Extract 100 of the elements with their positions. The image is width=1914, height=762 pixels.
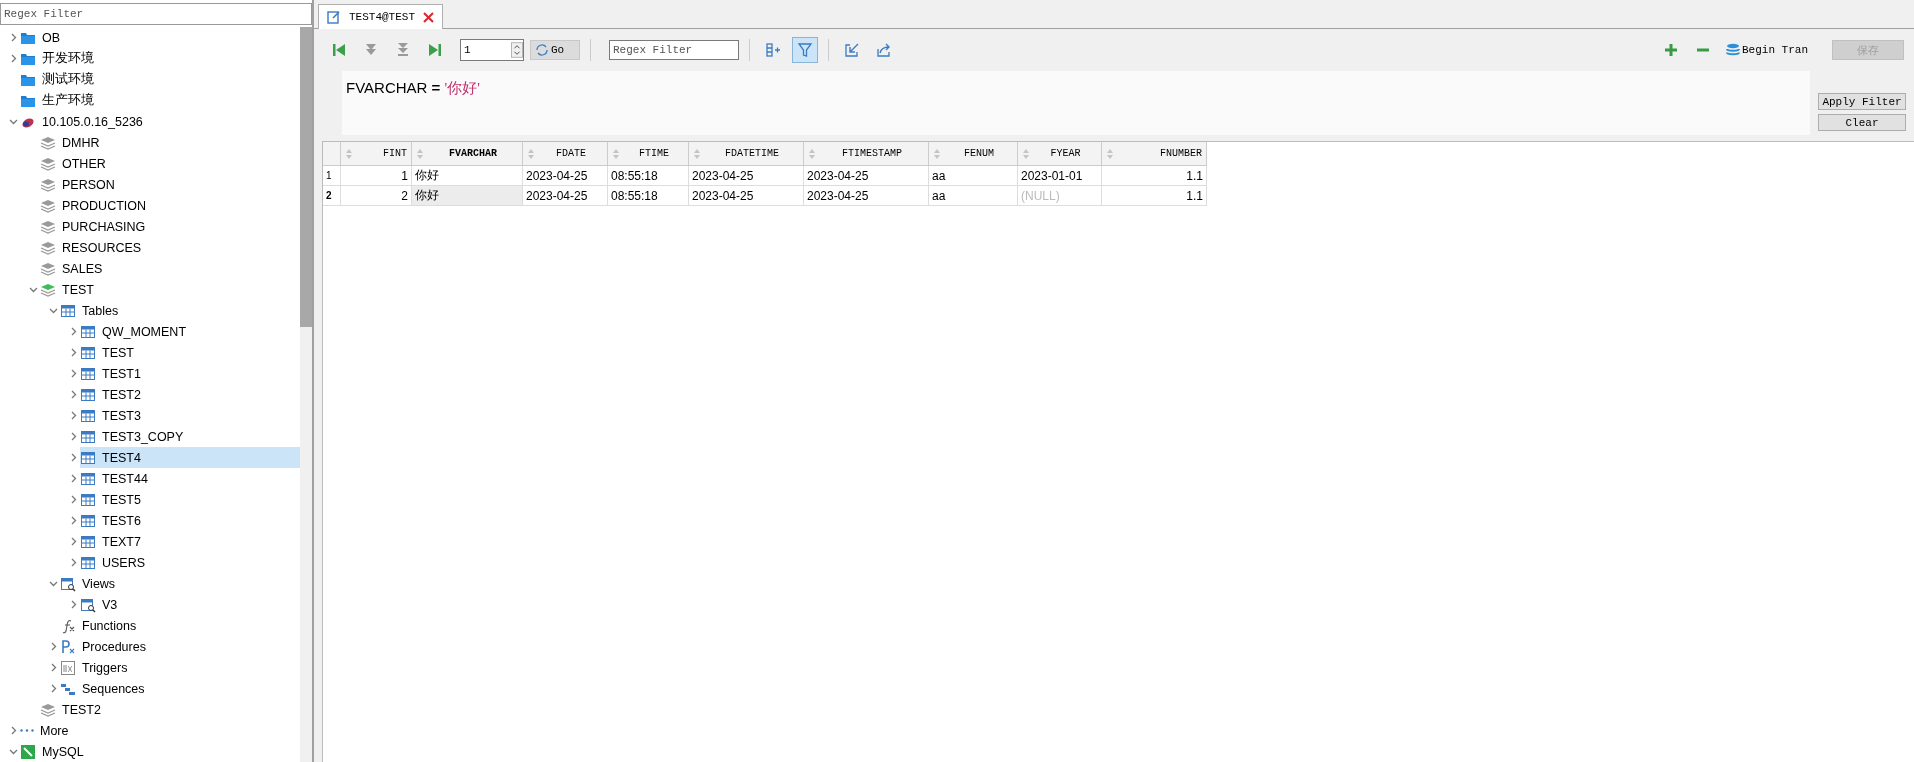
close-icon[interactable] bbox=[423, 11, 434, 23]
procedure-icon bbox=[60, 638, 76, 655]
table-icon bbox=[80, 470, 96, 487]
table-icon bbox=[80, 407, 96, 424]
refresh-icon bbox=[535, 43, 549, 57]
tree-item[interactable]: PURCHASING bbox=[40, 216, 152, 237]
last-icon bbox=[427, 42, 443, 58]
tree-item[interactable]: V3 bbox=[80, 594, 124, 615]
tree-item[interactable]: TEST bbox=[80, 342, 140, 363]
filter-field[interactable]: Regex Filter bbox=[0, 3, 312, 25]
tree-item[interactable]: MySQL bbox=[20, 741, 90, 762]
tree-item[interactable]: TEST5 bbox=[80, 489, 147, 510]
table-magnifier-icon bbox=[60, 575, 76, 592]
filter-field[interactable]: Regex Filter bbox=[609, 40, 739, 60]
table-cell: 你好 bbox=[412, 186, 523, 206]
tree-item[interactable]: TEST4 bbox=[80, 447, 300, 468]
tree-item[interactable]: TEXT7 bbox=[80, 531, 147, 552]
tree-item[interactable]: TEST3_COPY bbox=[80, 426, 190, 447]
table-icon bbox=[80, 512, 96, 529]
tree-item[interactable]: TEST3 bbox=[80, 405, 147, 426]
table-icon bbox=[80, 323, 96, 340]
tree-item[interactable]: Procedures bbox=[60, 636, 152, 657]
row-number[interactable]: 1 bbox=[323, 166, 341, 186]
trigger-icon bbox=[60, 659, 76, 676]
edit-icon bbox=[327, 10, 341, 24]
tree-item[interactable]: TEST2 bbox=[80, 384, 147, 405]
tree-item[interactable]: TEST6 bbox=[80, 510, 147, 531]
editor-tab[interactable]: TEST4@TEST bbox=[318, 4, 443, 29]
tree-item[interactable]: Tables bbox=[60, 300, 125, 321]
row-number[interactable]: 2 bbox=[323, 186, 341, 206]
column-header[interactable]: FENUM bbox=[929, 142, 1018, 166]
table-cell: 2023-04-25 bbox=[804, 166, 929, 186]
clear-button[interactable]: Clear bbox=[1818, 114, 1906, 131]
table-cell: 08:55:18 bbox=[608, 166, 689, 186]
column-header[interactable]: FDATE bbox=[523, 142, 608, 166]
column-header[interactable]: FVARCHAR bbox=[412, 142, 523, 166]
table-cell: 2023-04-25 bbox=[523, 166, 608, 186]
tree-item[interactable]: PERSON bbox=[40, 174, 121, 195]
layers-icon bbox=[40, 239, 56, 256]
tree-item[interactable]: Functions bbox=[60, 615, 143, 636]
tree-item[interactable]: 10.105.0.16_5236 bbox=[20, 111, 149, 132]
chevron-icon[interactable] bbox=[8, 117, 18, 126]
column-header[interactable]: FTIMESTAMP bbox=[804, 142, 929, 166]
tree-item[interactable]: Sequences bbox=[60, 678, 151, 699]
filter-button[interactable] bbox=[792, 37, 818, 63]
chevron-icon[interactable] bbox=[48, 306, 58, 315]
table-icon bbox=[80, 491, 96, 508]
tree-item[interactable]: PRODUCTION bbox=[40, 195, 153, 216]
table-cell: (NULL) bbox=[1018, 186, 1102, 206]
chevron-icon[interactable] bbox=[28, 285, 38, 294]
table-cell: 2023-01-01 bbox=[1018, 166, 1102, 186]
tree-item[interactable]: QW_MOMENT bbox=[80, 321, 193, 342]
plus-icon bbox=[1663, 42, 1679, 58]
apply-filter-button[interactable]: Apply Filter bbox=[1818, 93, 1906, 110]
column-header[interactable]: FNUMBER bbox=[1102, 142, 1207, 166]
tree-item[interactable]: OTHER bbox=[40, 153, 112, 174]
layers-icon bbox=[40, 197, 56, 214]
filter-expression[interactable]: FVARCHAR = '你好' bbox=[342, 71, 1810, 135]
tree-item[interactable]: 生产环境 bbox=[20, 90, 100, 111]
table-icon bbox=[80, 386, 96, 403]
tree-item[interactable]: SALES bbox=[40, 258, 109, 279]
filter-icon bbox=[797, 42, 813, 58]
tree-item[interactable]: More bbox=[20, 720, 75, 741]
chevron-icon[interactable] bbox=[8, 747, 18, 756]
page-spinner[interactable]: 1 bbox=[460, 39, 524, 61]
table-cell: aa bbox=[929, 186, 1018, 206]
tree-item[interactable]: Triggers bbox=[60, 657, 134, 678]
go-button[interactable]: Go bbox=[530, 40, 580, 60]
database-icon bbox=[1726, 43, 1740, 57]
table-cell: aa bbox=[929, 166, 1018, 186]
layers-icon bbox=[40, 281, 56, 298]
table-icon bbox=[80, 344, 96, 361]
tree-item[interactable]: TEST2 bbox=[40, 699, 107, 720]
layers-icon bbox=[40, 176, 56, 193]
layers-icon bbox=[40, 218, 56, 235]
layers-icon bbox=[40, 260, 56, 277]
column-header[interactable]: FYEAR bbox=[1018, 142, 1102, 166]
dots-icon bbox=[20, 729, 34, 732]
table-cell: 2023-04-25 bbox=[689, 186, 804, 206]
tree-item[interactable]: RESOURCES bbox=[40, 237, 148, 258]
chevron-icon[interactable] bbox=[48, 579, 58, 588]
spin-arrows-icon[interactable] bbox=[511, 41, 523, 59]
layers-icon bbox=[40, 155, 56, 172]
table-icon bbox=[80, 365, 96, 382]
tree-item[interactable]: OB bbox=[20, 27, 67, 48]
tree-item[interactable]: TEST1 bbox=[80, 363, 147, 384]
scrollbar[interactable] bbox=[300, 27, 312, 762]
tree-item[interactable]: DMHR bbox=[40, 132, 106, 153]
tree-item[interactable]: 测试环境 bbox=[20, 69, 100, 90]
tree-item[interactable]: USERS bbox=[80, 552, 152, 573]
tree-item[interactable]: Views bbox=[60, 573, 122, 594]
tree-item[interactable]: TEST44 bbox=[80, 468, 154, 489]
tree-item[interactable]: 开发环境 bbox=[20, 48, 100, 69]
column-header[interactable]: FTIME bbox=[608, 142, 689, 166]
table-icon bbox=[80, 533, 96, 550]
table-cell: 1.1 bbox=[1102, 186, 1207, 206]
column-header[interactable]: FDATETIME bbox=[689, 142, 804, 166]
begin-transaction-button[interactable]: Begin Tran bbox=[1722, 43, 1812, 57]
column-header[interactable]: FINT bbox=[341, 142, 412, 166]
tree-item[interactable]: TEST bbox=[40, 279, 100, 300]
